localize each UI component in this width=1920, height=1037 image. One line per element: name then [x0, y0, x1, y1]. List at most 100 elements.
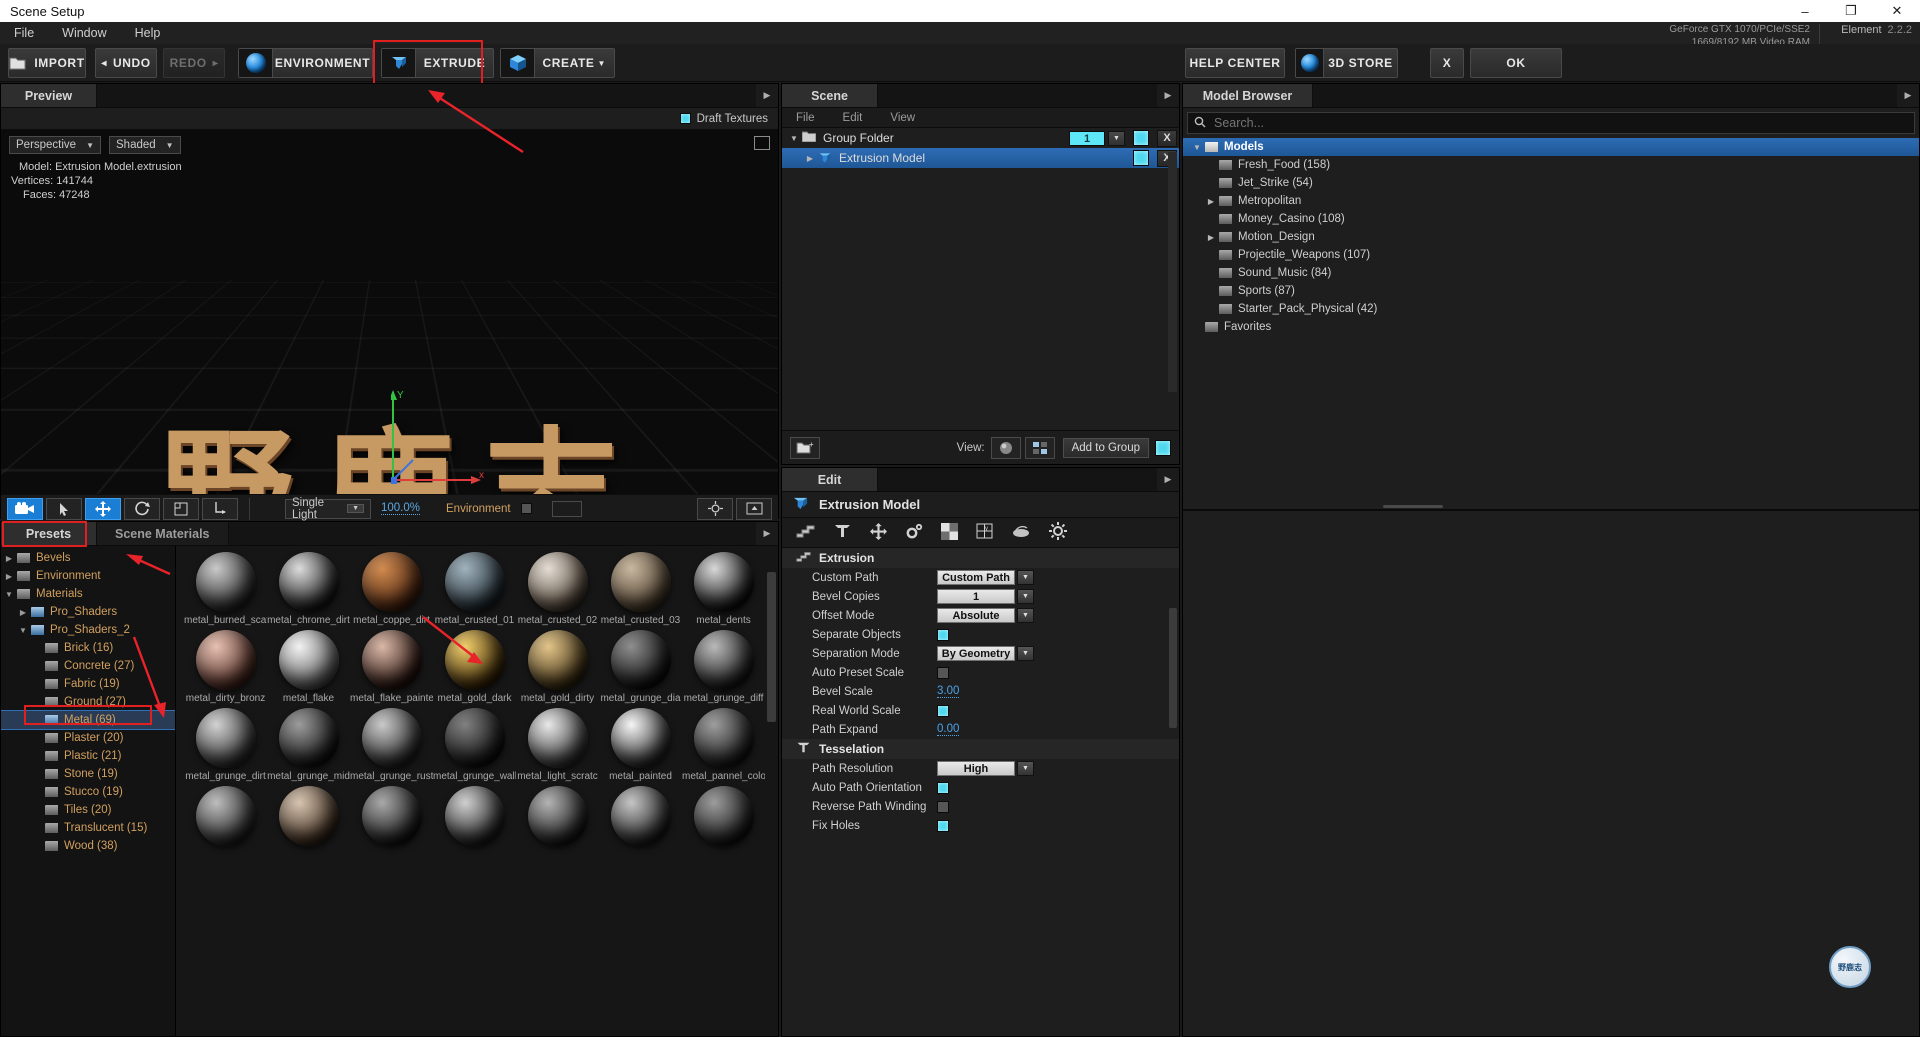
material-thumbnail[interactable]: metal_coppe_dirt — [350, 552, 433, 626]
scene-row[interactable]: ▶ Extrusion Model X — [782, 148, 1179, 168]
materials-tree-item[interactable]: Stucco (19) — [1, 783, 175, 801]
material-thumbnail[interactable]: metal_chrome_dirt — [267, 552, 350, 626]
property-checkbox[interactable] — [937, 800, 949, 813]
model-browser-item[interactable]: ▶ Metropolitan — [1183, 192, 1919, 210]
tree-twisty-icon[interactable]: ▼ — [1, 590, 17, 599]
material-thumbnail[interactable]: metal_gold_dirty — [516, 630, 599, 704]
cancel-button[interactable]: X — [1430, 48, 1464, 78]
materials-scrollbar[interactable] — [767, 572, 776, 722]
property-checkbox[interactable] — [937, 628, 949, 641]
add-to-group-toggle[interactable] — [1155, 439, 1171, 456]
scene-menu-file[interactable]: File — [782, 112, 829, 124]
scene-scrollbar[interactable] — [1168, 152, 1177, 392]
tree-twisty-icon[interactable]: ▶ — [1, 572, 17, 581]
materials-tree-item[interactable]: Fabric (19) — [1, 675, 175, 693]
materials-tree[interactable]: ▶ Bevels ▶ Environment ▼ Materials ▶ Pro_Shader… — [1, 546, 176, 1036]
materials-tree-item[interactable]: ▶ Environment — [1, 567, 175, 585]
model-browser-item[interactable]: Starter_Pack_Physical (42) — [1183, 300, 1919, 318]
material-thumbnail[interactable]: metal_flake — [267, 630, 350, 704]
material-thumbnail[interactable] — [267, 786, 350, 849]
chevron-down-icon[interactable]: ▼ — [1108, 130, 1125, 146]
tab-presets[interactable]: Presets — [1, 522, 97, 545]
group-count-field[interactable]: 1 — [1069, 130, 1105, 146]
material-thumbnail[interactable]: metal_crusted_02 — [516, 552, 599, 626]
visibility-toggle[interactable] — [1133, 150, 1149, 166]
property-dropdown[interactable]: By Geometry ▼ — [937, 646, 1034, 661]
undo-button[interactable]: ◂ UNDO — [95, 48, 157, 78]
center-view-button[interactable] — [697, 497, 733, 520]
scene-menu-edit[interactable]: Edit — [829, 112, 877, 124]
material-thumbnail[interactable]: metal_grunge_mid — [267, 708, 350, 782]
settings-tab-icon[interactable] — [905, 523, 923, 543]
view-list-button[interactable] — [1024, 436, 1055, 459]
material-thumbnail[interactable]: metal_light_scratc — [516, 708, 599, 782]
environment-color-swatch[interactable] — [551, 500, 582, 517]
model-browser-tree[interactable]: ▼ Models Fresh_Food (158) Jet_Strike (54) ▶ M… — [1183, 138, 1919, 336]
materials-tree-item[interactable]: Plastic (21) — [1, 747, 175, 765]
ok-button[interactable]: OK — [1470, 48, 1562, 78]
materials-tree-item[interactable]: Wood (38) — [1, 837, 175, 855]
material-thumbnail[interactable]: metal_flake_painte — [350, 630, 433, 704]
property-number-value[interactable]: 3.00 — [937, 685, 960, 698]
rotate-tool-button[interactable] — [124, 497, 160, 520]
select-tool-button[interactable] — [46, 497, 82, 520]
import-button[interactable]: IMPORT — [8, 48, 86, 78]
material-thumbnail[interactable]: metal_painted — [599, 708, 682, 782]
materials-thumbnail-grid[interactable]: metal_burned_scat metal_chrome_dirt metal_… — [176, 546, 778, 1036]
tree-twisty-icon[interactable]: ▼ — [1189, 143, 1205, 152]
model-browser-menu-icon[interactable]: ▶ — [1897, 84, 1919, 107]
material-thumbnail[interactable]: metal_dents — [682, 552, 765, 626]
extrusion-tab-icon[interactable] — [796, 523, 815, 542]
fit-view-button[interactable] — [736, 497, 772, 520]
property-dropdown[interactable]: Absolute ▼ — [937, 608, 1034, 623]
materials-tree-item[interactable]: ▼ Materials — [1, 585, 175, 603]
materials-tree-item[interactable]: Concrete (27) — [1, 657, 175, 675]
property-number-value[interactable]: 0.00 — [937, 723, 960, 736]
material-thumbnail[interactable]: metal_dirty_bronz — [184, 630, 267, 704]
minimize-icon[interactable]: – — [1782, 0, 1828, 22]
edit-scrollbar[interactable] — [1169, 608, 1177, 728]
tree-twisty-icon[interactable]: ▼ — [786, 134, 802, 143]
tree-twisty-icon[interactable]: ▶ — [1203, 233, 1219, 242]
material-thumbnail[interactable]: metal_grunge_dia — [599, 630, 682, 704]
menu-file[interactable]: File — [0, 22, 48, 44]
tree-twisty-icon[interactable]: ▶ — [1203, 197, 1219, 206]
material-thumbnail[interactable]: metal_burned_scat — [184, 552, 267, 626]
help-center-button[interactable]: HELP CENTER — [1185, 48, 1285, 78]
view-mode-dropdown[interactable]: Perspective ▼ — [9, 136, 102, 154]
property-section-header[interactable]: Extrusion — [782, 548, 1179, 568]
material-thumbnail[interactable]: metal_grunge_diff — [682, 630, 765, 704]
tab-scene-materials[interactable]: Scene Materials — [97, 522, 229, 545]
create-button[interactable]: CREATE ▼ — [500, 48, 615, 78]
property-section-header[interactable]: Tesselation — [782, 739, 1179, 759]
material-thumbnail[interactable] — [350, 786, 433, 849]
tree-twisty-icon[interactable]: ▼ — [15, 626, 31, 635]
scene-row[interactable]: ▼ Group Folder 1 ▼ X — [782, 128, 1179, 148]
close-icon[interactable]: ✕ — [1874, 0, 1920, 22]
material-thumbnail[interactable]: metal_grunge_dirt — [184, 708, 267, 782]
materials-tree-item[interactable]: ▶ Pro_Shaders — [1, 603, 175, 621]
material-thumbnail[interactable]: metal_pannel_colo — [682, 708, 765, 782]
light-mode-dropdown[interactable]: Single Light ▼ — [285, 497, 371, 521]
store-button[interactable]: 3D STORE — [1295, 48, 1398, 78]
camera-tool-button[interactable] — [7, 497, 43, 520]
materials-tree-item[interactable]: Translucent (15) — [1, 819, 175, 837]
gear-icon[interactable] — [1049, 522, 1067, 543]
scene-panel-menu-icon[interactable]: ▶ — [1157, 84, 1179, 107]
material-thumbnail[interactable]: metal_crusted_01 — [433, 552, 516, 626]
environment-checkbox[interactable] — [520, 503, 532, 514]
move-tool-button[interactable] — [85, 497, 121, 520]
model-browser-item[interactable]: Fresh_Food (158) — [1183, 156, 1919, 174]
model-browser-item[interactable]: Jet_Strike (54) — [1183, 174, 1919, 192]
materials-tree-item[interactable]: Brick (16) — [1, 639, 175, 657]
transform-tab-icon[interactable] — [870, 522, 887, 543]
search-input[interactable] — [1214, 116, 1908, 130]
material-thumbnail[interactable] — [433, 786, 516, 849]
model-browser-item[interactable]: Money_Casino (108) — [1183, 210, 1919, 228]
material-thumbnail[interactable]: metal_grunge_rust — [350, 708, 433, 782]
menu-window[interactable]: Window — [48, 22, 120, 44]
tree-twisty-icon[interactable]: ▶ — [802, 154, 818, 163]
add-folder-button[interactable]: + — [790, 436, 820, 459]
replicator-tab-icon[interactable]: y — [976, 523, 994, 543]
material-thumbnail[interactable] — [184, 786, 267, 849]
